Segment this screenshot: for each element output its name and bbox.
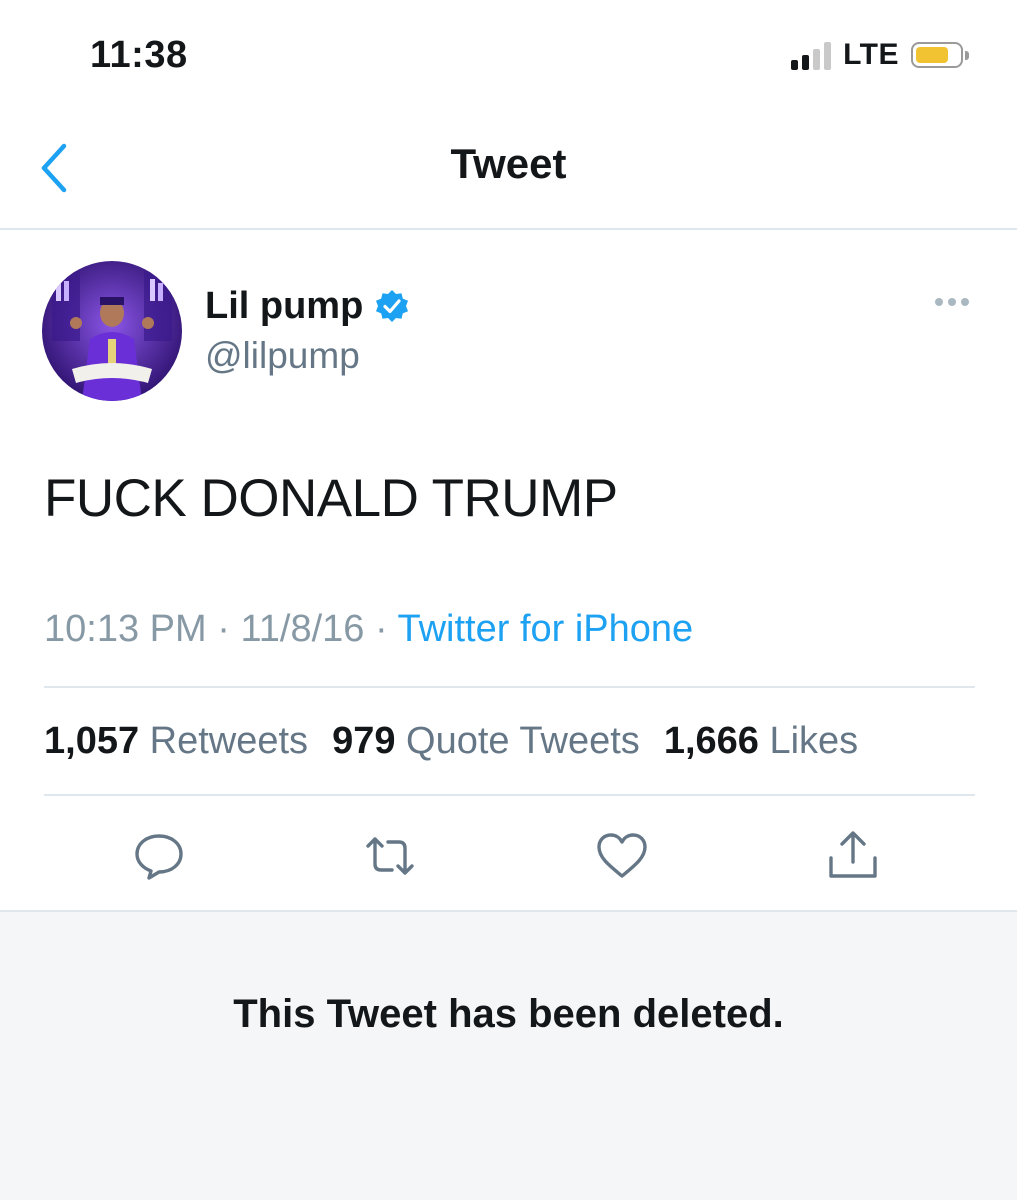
tweet-source-link[interactable]: Twitter for iPhone xyxy=(398,608,694,650)
quote-tweets-count: 979 xyxy=(332,720,396,762)
divider xyxy=(44,686,975,688)
deleted-notice: This Tweet has been deleted. xyxy=(233,992,784,1036)
tweet-text: FUCK DONALD TRUMP xyxy=(44,469,618,528)
quote-tweets-stat[interactable]: 979 Quote Tweets xyxy=(332,720,640,763)
more-dot-icon xyxy=(961,298,969,306)
more-options-button[interactable] xyxy=(935,298,969,306)
retweets-stat[interactable]: 1,057 Retweets xyxy=(44,720,308,763)
tweet-date: 11/8/16 xyxy=(240,608,365,650)
verified-badge-icon xyxy=(376,289,409,322)
more-dot-icon xyxy=(935,298,943,306)
like-icon xyxy=(597,833,647,878)
like-button[interactable] xyxy=(594,828,650,884)
handle[interactable]: @lilpump xyxy=(205,335,360,377)
battery-icon xyxy=(911,42,969,68)
page-title: Tweet xyxy=(450,140,567,187)
reply-icon xyxy=(135,834,183,880)
retweets-count: 1,057 xyxy=(44,720,140,762)
tweet-meta: 10:13 PM · 11/8/16 · Twitter for iPhone xyxy=(44,608,693,651)
status-time: 11:38 xyxy=(90,34,188,76)
signal-icon xyxy=(791,40,832,70)
meta-separator: · xyxy=(374,608,388,650)
retweet-icon xyxy=(366,837,414,875)
share-icon xyxy=(829,831,877,878)
more-dot-icon xyxy=(948,298,956,306)
meta-separator: · xyxy=(217,608,230,650)
retweet-button[interactable] xyxy=(362,828,418,884)
tweet-time: 10:13 PM xyxy=(44,608,207,650)
reply-button[interactable] xyxy=(131,828,187,884)
avatar[interactable] xyxy=(42,261,182,401)
likes-label: Likes xyxy=(769,720,859,762)
divider xyxy=(44,794,975,796)
avatar-image xyxy=(42,261,182,401)
display-name[interactable]: Lil pump xyxy=(205,285,363,328)
share-button[interactable] xyxy=(825,828,881,884)
author-name-row[interactable]: Lil pump xyxy=(205,285,411,328)
likes-count: 1,666 xyxy=(663,720,759,762)
likes-stat[interactable]: 1,666 Likes xyxy=(664,720,858,763)
deleted-tweet-panel: This Tweet has been deleted. xyxy=(0,910,1017,1200)
header-divider xyxy=(0,228,1017,230)
quote-tweets-label: Quote Tweets xyxy=(406,720,640,762)
network-label: LTE xyxy=(843,38,899,71)
retweets-label: Retweets xyxy=(149,720,309,762)
status-indicators: LTE xyxy=(791,38,969,72)
tweet-stats: 1,057 Retweets 979 Quote Tweets 1,666 Li… xyxy=(44,720,858,763)
